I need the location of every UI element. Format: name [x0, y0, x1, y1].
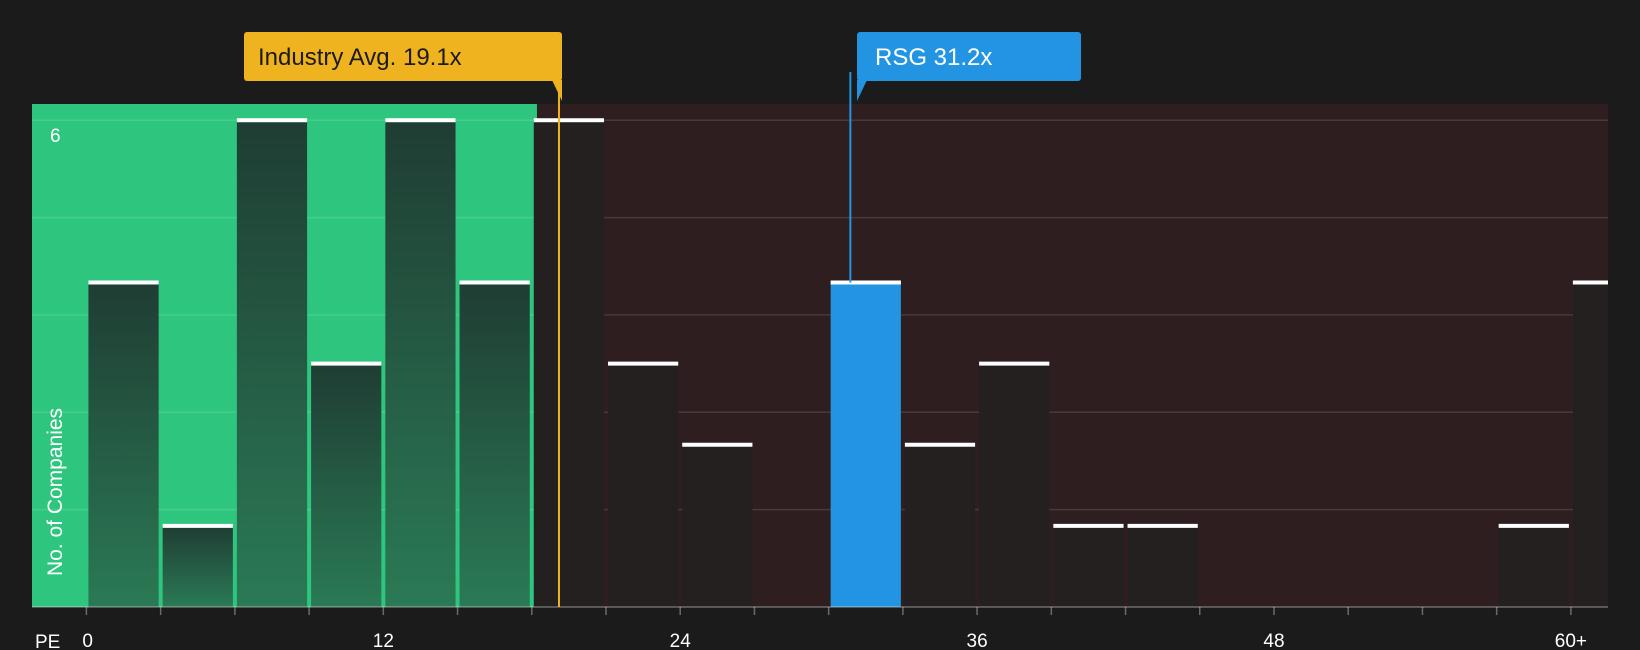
histogram-bar	[1127, 525, 1198, 607]
pe-distribution-chart: 0 12 24 36 48 60+ 6 Industry Avg. 19.1x RSG 31.…	[32, 32, 1609, 650]
industry-avg-label: Industry Avg. 19.1x	[258, 44, 462, 71]
histogram-bar-cap	[904, 442, 976, 447]
x-tick-label: 60+	[1555, 631, 1587, 650]
histogram-bar	[830, 282, 901, 607]
histogram-bar	[904, 444, 976, 607]
histogram-bar-cap	[830, 280, 901, 285]
histogram-bar	[459, 282, 530, 607]
histogram-bar	[385, 120, 456, 608]
histogram-bar	[979, 363, 1050, 607]
histogram-bar	[1498, 525, 1569, 607]
histogram-bar-cap	[236, 118, 308, 123]
histogram-bar-cap	[682, 442, 753, 447]
histogram-bar	[162, 525, 233, 607]
x-tick-label: 36	[967, 631, 988, 650]
x-axis-label: PE	[35, 632, 60, 650]
histogram-bar	[533, 120, 604, 608]
x-tick-label: 12	[373, 631, 394, 650]
histogram-bar-cap	[1127, 523, 1198, 528]
industry-avg-pointer	[552, 80, 562, 101]
x-tick-label: 48	[1263, 631, 1284, 650]
histogram-bar	[236, 120, 308, 608]
histogram-bar	[607, 363, 679, 607]
histogram-bar	[682, 444, 753, 607]
x-tick-label: 0	[82, 631, 93, 650]
x-tick-label: 24	[670, 631, 692, 650]
histogram-bar-cap	[385, 118, 456, 123]
histogram-bar-cap	[459, 280, 530, 285]
histogram-bar	[88, 282, 159, 607]
histogram-bar	[311, 363, 382, 607]
company-pe-label: RSG 31.2x	[875, 44, 992, 71]
histogram-bar-cap	[607, 361, 679, 366]
company-pe-pointer	[857, 80, 867, 101]
histogram-bar-cap	[1572, 280, 1608, 285]
histogram-bar	[1053, 525, 1124, 607]
y-axis-label: No. of Companies	[44, 408, 67, 576]
y-tick-label: 6	[50, 126, 61, 147]
histogram-bar	[1572, 282, 1608, 607]
histogram-bar-cap	[88, 280, 159, 285]
histogram-bar-cap	[1053, 523, 1124, 528]
histogram-bar-cap	[162, 523, 233, 528]
histogram-bar-cap	[1498, 523, 1569, 528]
histogram-bar-cap	[979, 361, 1050, 366]
histogram-bar-cap	[311, 361, 382, 366]
histogram-bar-cap	[533, 118, 604, 123]
